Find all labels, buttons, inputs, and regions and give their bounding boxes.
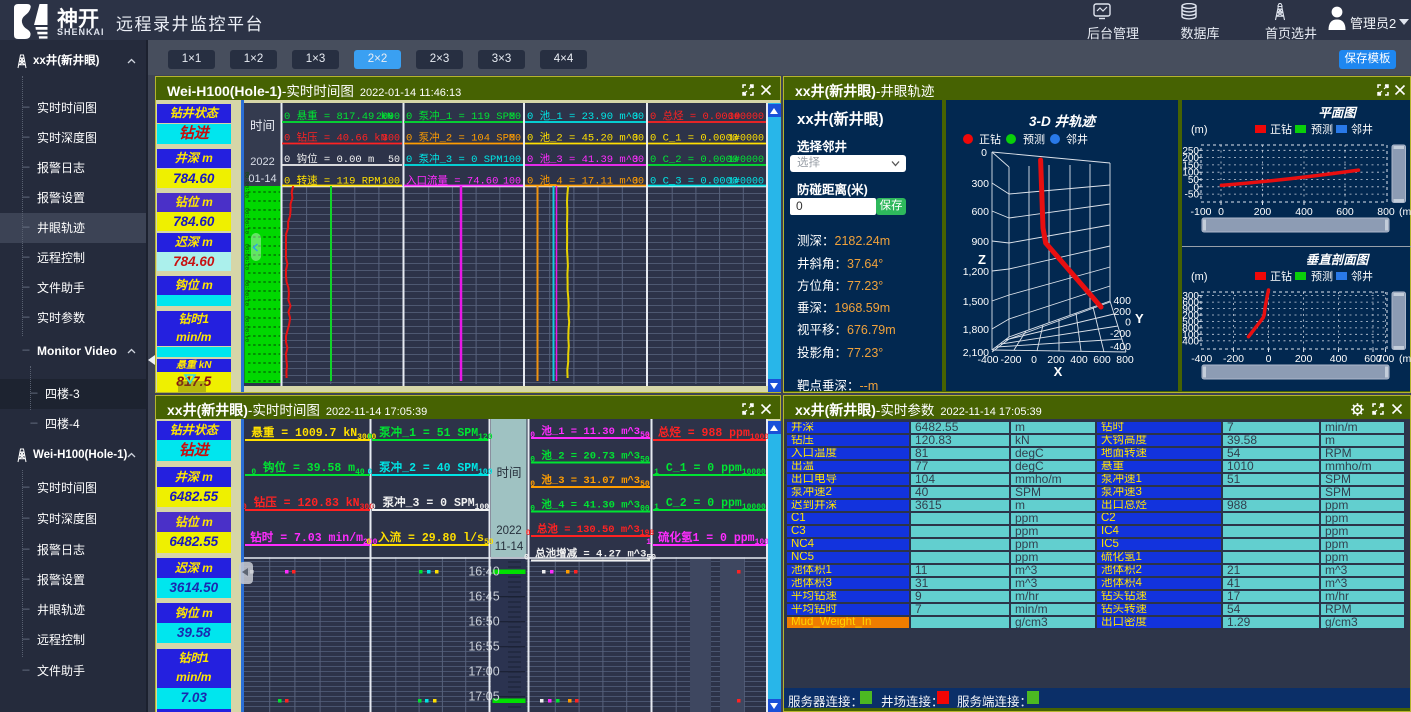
svg-text:邻井: 邻井: [1351, 269, 1373, 283]
svg-text:01-14: 01-14: [248, 173, 276, 185]
svg-text:Y: Y: [1135, 311, 1144, 326]
svg-text:X: X: [1054, 364, 1063, 379]
svg-text:平面图: 平面图: [1318, 106, 1358, 120]
svg-text:(m): (m): [1399, 206, 1411, 218]
svg-text:16:45: 16:45: [468, 590, 499, 604]
svg-text:-400: -400: [1191, 353, 1212, 365]
svg-text:04:00:00: 04:00:00: [244, 316, 251, 342]
svg-text:-50: -50: [1185, 190, 1200, 201]
svg-text:00:00:00: 00:00:00: [244, 172, 251, 198]
svg-text:预测: 预测: [1023, 133, 1045, 146]
svg-text:11-14: 11-14: [495, 541, 524, 553]
svg-text:600: 600: [1093, 354, 1111, 366]
svg-text:正钻: 正钻: [979, 132, 1001, 146]
svg-text:-100: -100: [1190, 206, 1211, 218]
svg-text:300: 300: [971, 178, 989, 190]
svg-text:0 泵冲_2 = 104 SPM: 0 泵冲_2 = 104 SPM: [406, 131, 515, 145]
svg-text:正钻: 正钻: [1270, 122, 1292, 136]
svg-text:-200: -200: [1000, 354, 1021, 366]
svg-text:01:00:00: 01:00:00: [244, 208, 251, 234]
svg-text:(m): (m): [1191, 124, 1208, 136]
svg-text:0 泵冲_1 = 119 SPM: 0 泵冲_1 = 119 SPM: [406, 109, 515, 123]
svg-text:-400: -400: [977, 354, 998, 366]
svg-text:0 池_2 = 45.20 m^3: 0 池_2 = 45.20 m^3: [527, 131, 638, 145]
svg-text:0: 0: [1031, 354, 1037, 366]
svg-text:0: 0: [981, 147, 987, 159]
svg-text:(m): (m): [1399, 353, 1411, 365]
svg-text:预测: 预测: [1311, 123, 1333, 136]
svg-text:0: 0: [1218, 206, 1224, 218]
svg-text:900: 900: [971, 236, 989, 248]
svg-text:邻井: 邻井: [1351, 122, 1373, 136]
svg-text:2022: 2022: [496, 525, 522, 537]
svg-text:600: 600: [971, 206, 989, 218]
svg-text:0 池_1 = 23.90 m^3: 0 池_1 = 23.90 m^3: [527, 109, 638, 123]
svg-text:时间: 时间: [496, 466, 521, 480]
svg-text:0 总烃 = 0.0000: 0 总烃 = 0.0000: [650, 109, 740, 123]
svg-text:17:05: 17:05: [468, 690, 499, 704]
svg-text:-200: -200: [1223, 353, 1244, 365]
svg-text:16:55: 16:55: [468, 640, 499, 654]
svg-text:0 钻压 = 40.66 kN: 0 钻压 = 40.66 kN: [284, 131, 387, 145]
svg-text:1,500: 1,500: [963, 296, 989, 308]
svg-text:400: 400: [1330, 353, 1348, 365]
svg-text:800: 800: [1377, 206, 1395, 218]
svg-text:Z: Z: [978, 252, 986, 267]
svg-text:02:00:00: 02:00:00: [244, 244, 251, 270]
svg-text:0 泵冲_3 = 0 SPM: 0 泵冲_3 = 0 SPM: [406, 152, 503, 166]
svg-text:16:40: 16:40: [468, 565, 499, 579]
svg-text:3-D 井轨迹: 3-D 井轨迹: [1029, 114, 1098, 129]
svg-text:垂直剖面图: 垂直剖面图: [1306, 253, 1371, 267]
svg-text:2022: 2022: [250, 156, 274, 168]
svg-text:1,800: 1,800: [963, 324, 989, 336]
svg-text:(m): (m): [1191, 271, 1208, 283]
svg-text:0: 0: [1266, 353, 1272, 365]
svg-text:2400: 2400: [1182, 336, 1199, 347]
svg-text:16:50: 16:50: [468, 615, 499, 629]
svg-text:700: 700: [1377, 353, 1395, 365]
svg-text:0 钩位 = 0.00 m: 0 钩位 = 0.00 m: [284, 152, 374, 166]
svg-text:800: 800: [1116, 354, 1134, 366]
svg-text:预测: 预测: [1311, 270, 1333, 283]
svg-text:正钻: 正钻: [1270, 269, 1292, 283]
svg-text:时间: 时间: [250, 119, 275, 133]
svg-text:-400: -400: [1110, 341, 1131, 353]
svg-text:1,200: 1,200: [963, 266, 989, 278]
svg-text:200: 200: [1295, 353, 1313, 365]
svg-text:-200: -200: [1110, 328, 1131, 340]
svg-text:200: 200: [1254, 206, 1272, 218]
svg-text:17:00: 17:00: [468, 665, 499, 679]
svg-text:03:00:00: 03:00:00: [244, 280, 251, 306]
svg-text:0: 0: [1125, 317, 1131, 329]
svg-text:0 池_3 = 41.39 m^3: 0 池_3 = 41.39 m^3: [527, 152, 638, 166]
svg-text:400: 400: [1070, 354, 1088, 366]
svg-text:600: 600: [1336, 206, 1354, 218]
svg-text:400: 400: [1295, 206, 1313, 218]
svg-text:邻井: 邻井: [1066, 132, 1088, 146]
